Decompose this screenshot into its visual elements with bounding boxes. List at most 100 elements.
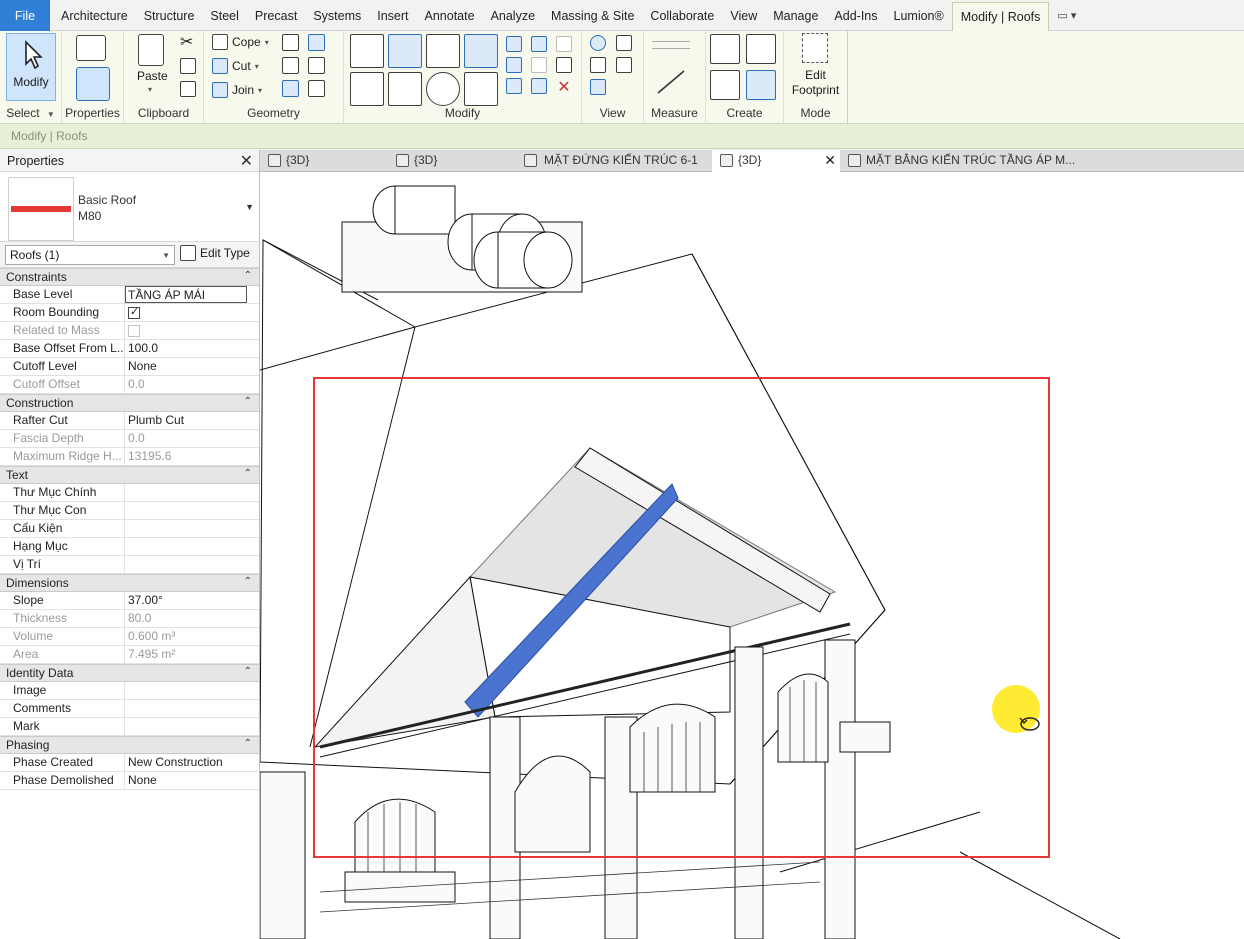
trim-single-icon[interactable]: [506, 78, 522, 94]
cope-button[interactable]: Cope ▾: [212, 34, 269, 50]
create-assembly-icon[interactable]: [710, 70, 740, 100]
group-constraints[interactable]: Constraints ⌃: [0, 268, 259, 286]
collapse-icon[interactable]: ⌃: [244, 666, 252, 677]
tab-insert[interactable]: Insert: [369, 0, 416, 31]
demolish-icon[interactable]: [308, 57, 325, 74]
group-dimensions[interactable]: Dimensions ⌃: [0, 574, 259, 592]
thin-lines-icon[interactable]: [616, 57, 632, 73]
move-icon[interactable]: [350, 72, 384, 106]
3d-viewport[interactable]: [260, 172, 1244, 939]
group-phasing[interactable]: Phasing ⌃: [0, 736, 259, 754]
split-face-icon[interactable]: [282, 34, 299, 51]
paste-button[interactable]: Paste: [137, 69, 168, 83]
tab-architecture[interactable]: Architecture: [53, 0, 136, 31]
group-identity-data[interactable]: Identity Data ⌃: [0, 664, 259, 682]
linework-icon[interactable]: [590, 57, 606, 73]
tab-massing-site[interactable]: Massing & Site: [543, 0, 642, 31]
paste-dropdown-icon[interactable]: ▾: [148, 85, 152, 94]
property-value[interactable]: None: [125, 358, 259, 375]
hammer-icon[interactable]: [308, 80, 325, 97]
paint-icon[interactable]: [308, 34, 325, 51]
select-panel-title[interactable]: Select ▼: [0, 106, 61, 120]
property-value[interactable]: 100.0: [125, 340, 259, 357]
file-tab[interactable]: File: [0, 0, 50, 31]
create-group-icon[interactable]: [746, 34, 776, 64]
pin-icon[interactable]: [556, 57, 572, 73]
group-construction[interactable]: Construction ⌃: [0, 394, 259, 412]
property-value[interactable]: TẦNG ÁP MÁI: [125, 286, 247, 303]
tab-steel[interactable]: Steel: [202, 0, 247, 31]
copy-icon[interactable]: [180, 58, 196, 74]
array-icon[interactable]: [506, 57, 522, 73]
property-value[interactable]: [125, 538, 259, 555]
override-graphics-icon[interactable]: [616, 35, 632, 51]
beam-column-joins-icon[interactable]: [282, 80, 299, 97]
property-value[interactable]: [125, 682, 259, 699]
offset-icon[interactable]: [388, 34, 422, 68]
property-value[interactable]: [125, 304, 259, 321]
modify-button[interactable]: Modify: [6, 33, 56, 101]
trim-multiple-icon[interactable]: [531, 78, 547, 94]
property-value[interactable]: Plumb Cut: [125, 412, 259, 429]
properties-palette-icon[interactable]: [76, 67, 110, 101]
paste-icon[interactable]: [138, 34, 164, 66]
tab-systems[interactable]: Systems: [305, 0, 369, 31]
cut-geometry-button[interactable]: Cut ▾: [212, 58, 259, 74]
instance-filter-dropdown[interactable]: Roofs (1) ▼: [5, 245, 175, 265]
checkbox[interactable]: [128, 305, 140, 319]
tab-structure[interactable]: Structure: [136, 0, 203, 31]
tab-manage[interactable]: Manage: [765, 0, 826, 31]
collapse-icon[interactable]: ⌃: [244, 576, 252, 587]
mirror-draw-icon[interactable]: [464, 34, 498, 68]
rotate-icon[interactable]: [426, 72, 460, 106]
group-text[interactable]: Text ⌃: [0, 466, 259, 484]
tab-3d-1[interactable]: {3D}: [260, 150, 388, 172]
cut-profile-icon[interactable]: [590, 79, 606, 95]
collapse-icon[interactable]: ⌃: [244, 738, 252, 749]
property-value[interactable]: [125, 502, 259, 519]
split-element-icon[interactable]: [506, 36, 522, 52]
tab-floor-plan[interactable]: MẶT BẰNG KIẾN TRÚC TẦNG ÁP M...: [840, 150, 1244, 172]
measure-between-icon[interactable]: [652, 41, 690, 49]
copy-element-icon[interactable]: [388, 72, 422, 106]
tab-add-ins[interactable]: Add-Ins: [826, 0, 885, 31]
edit-footprint-button[interactable]: Edit Footprint: [784, 68, 847, 98]
close-icon[interactable]: ✕: [240, 151, 253, 171]
tab-annotate[interactable]: Annotate: [417, 0, 483, 31]
create-parts-icon[interactable]: [710, 34, 740, 64]
tab-elevation[interactable]: MẶT ĐỨNG KIẾN TRÚC 6-1: [516, 150, 712, 172]
scale-icon[interactable]: [531, 57, 547, 73]
create-similar-icon[interactable]: [746, 70, 776, 100]
tab-lumion[interactable]: Lumion®: [886, 0, 952, 31]
type-properties-icon[interactable]: [76, 35, 106, 61]
edit-footprint-icon[interactable]: [802, 33, 828, 63]
trim-extend-icon[interactable]: [464, 72, 498, 106]
cut-scissors-icon[interactable]: ✂: [180, 35, 196, 51]
tab-analyze[interactable]: Analyze: [483, 0, 543, 31]
property-value[interactable]: [125, 520, 259, 537]
unpin-icon[interactable]: [556, 36, 572, 52]
property-value[interactable]: [125, 718, 259, 735]
type-selector[interactable]: Basic Roof M80 ▼: [0, 172, 259, 242]
wall-joins-icon[interactable]: [282, 57, 299, 74]
aligned-dimension-icon[interactable]: [654, 67, 690, 97]
tab-3d-active[interactable]: {3D} ✕: [712, 150, 840, 172]
tab-modify-roofs[interactable]: Modify | Roofs: [951, 1, 1050, 31]
property-value[interactable]: 37.00°: [125, 592, 259, 609]
tab-3d-2[interactable]: {3D}: [388, 150, 516, 172]
collapse-icon[interactable]: ⌃: [244, 396, 252, 407]
property-value[interactable]: [125, 556, 259, 573]
property-value[interactable]: None: [125, 772, 259, 789]
tab-view[interactable]: View: [722, 0, 765, 31]
split-gap-icon[interactable]: [531, 36, 547, 52]
lightbulb-icon[interactable]: [590, 35, 606, 51]
tab-precast[interactable]: Precast: [247, 0, 305, 31]
align-icon[interactable]: [350, 34, 384, 68]
close-tab-icon[interactable]: ✕: [824, 152, 836, 169]
collapse-icon[interactable]: ⌃: [244, 468, 252, 479]
property-value[interactable]: [125, 700, 259, 717]
tab-collaborate[interactable]: Collaborate: [642, 0, 722, 31]
join-geometry-button[interactable]: Join ▾: [212, 82, 262, 98]
property-value[interactable]: New Construction: [125, 754, 259, 771]
property-value[interactable]: [125, 484, 259, 501]
